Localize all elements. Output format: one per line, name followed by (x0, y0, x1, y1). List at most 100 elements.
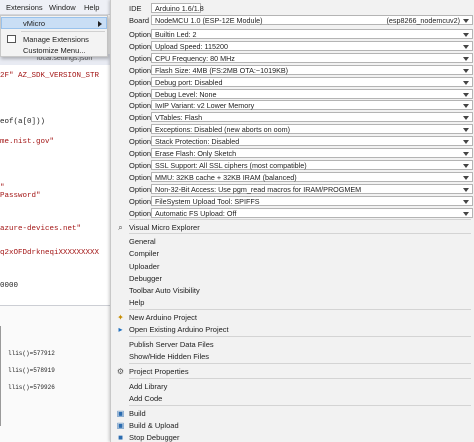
option-select-13[interactable]: MMU: 32KB cache + 32KB IRAM (balanced) (151, 171, 473, 182)
vmicro-menu-item[interactable]: vMicro (1, 17, 107, 29)
ide-label: IDE (129, 4, 142, 13)
menu-item-project-properties[interactable]: ⚙ Project Properties (111, 366, 474, 377)
option-select-10[interactable]: Stack Protection: Disabled (151, 136, 473, 147)
option-row-5: Option 5 Debug port: Disabled (111, 76, 474, 88)
option-row-15: Option 15 FileSystem Upload Tool: SPIFFS (111, 195, 474, 207)
board-id: (esp8266_nodemcuv2) (386, 16, 460, 25)
menu-item-new-arduino-project[interactable]: ✦ New Arduino Project (111, 312, 474, 323)
menu-item-toolbar-auto-visibility[interactable]: Toolbar Auto Visibility (111, 285, 474, 296)
option-select-3[interactable]: CPU Frequency: 80 MHz (151, 52, 473, 63)
option-value: FileSystem Upload Tool: SPIFFS (155, 196, 260, 206)
new-project-icon: ✦ (117, 313, 124, 322)
menu-item-label: Toolbar Auto Visibility (129, 286, 200, 295)
option-select-4[interactable]: Flash Size: 4MB (FS:2MB OTA:~1019KB) (151, 64, 473, 75)
menu-item-visual-micro-explorer[interactable]: ⌕ Visual Micro Explorer (111, 222, 474, 233)
upload-icon: ▣ (116, 421, 125, 430)
chevron-down-icon (463, 116, 469, 121)
menu-separator (21, 31, 105, 32)
chevron-down-icon (463, 44, 469, 49)
menu-item-label: Project Properties (129, 367, 189, 376)
option-row-13: Option 13 MMU: 32KB cache + 32KB IRAM (ba… (111, 171, 474, 183)
board-select[interactable]: NodeMCU 1.0 (ESP-12E Module) (esp8266_no… (151, 15, 473, 25)
menu-separator (129, 378, 471, 379)
output-panel: llis()=577912 llis()=578919 llis()=57992… (0, 305, 112, 442)
menu-item-add-code[interactable]: Add Code (111, 393, 474, 404)
code-line: me.nist.gov" (0, 138, 55, 146)
option-value: IwIP Variant: v2 Lower Memory (155, 101, 255, 111)
chevron-down-icon (463, 128, 469, 133)
option-select-9[interactable]: Exceptions: Disabled (new aborts on oom) (151, 124, 473, 135)
option-value: Debug Level: None (155, 89, 217, 99)
customize-menu-item[interactable]: Customize Menu... (1, 44, 107, 56)
option-row-8: Option 8 VTables: Flash (111, 112, 474, 123)
menu-separator (129, 309, 471, 310)
option-select-8[interactable]: VTables: Flash (151, 112, 473, 123)
build-icon: ▣ (116, 409, 125, 418)
option-select-6[interactable]: Debug Level: None (151, 88, 473, 99)
submenu-arrow-icon (98, 21, 102, 27)
menu-window[interactable]: Window (49, 3, 76, 12)
menu-item-label: General (129, 237, 156, 246)
code-line: azure-devices.net" (0, 225, 82, 233)
menu-item-label: Debugger (129, 274, 162, 283)
option-value: CPU Frequency: 80 MHz (155, 53, 235, 63)
option-select-14[interactable]: Non-32-Bit Access: Use pgm_read macros f… (151, 183, 473, 194)
chevron-down-icon (463, 175, 469, 180)
ide-row: IDE Arduino 1.6/1.8 (111, 3, 474, 14)
output-line: llis()=579926 (8, 384, 55, 391)
chevron-down-icon (463, 187, 469, 192)
menu-item-general[interactable]: General (111, 236, 474, 247)
menu-item-compiler[interactable]: Compiler (111, 248, 474, 259)
menu-item-label: Visual Micro Explorer (129, 223, 200, 232)
option-select-16[interactable]: Automatic FS Upload: Off (151, 207, 473, 218)
menu-extensions[interactable]: Extensions (6, 3, 43, 12)
option-value: Upload Speed: 115200 (155, 41, 229, 51)
extensions-dropdown: vMicro Manage Extensions Customize Menu.… (0, 15, 108, 57)
menu-item-label: Add Library (129, 382, 168, 391)
option-value: Exceptions: Disabled (new aborts on oom) (155, 125, 291, 135)
option-select-2[interactable]: Upload Speed: 115200 (151, 40, 473, 51)
option-select-7[interactable]: IwIP Variant: v2 Lower Memory (151, 100, 473, 111)
chevron-down-icon (463, 104, 469, 109)
code-line: Password" (0, 192, 41, 200)
option-row-11: Option 11 Erase Flash: Only Sketch (111, 148, 474, 159)
chevron-down-icon (463, 33, 469, 37)
option-row-10: Option 10 Stack Protection: Disabled (111, 136, 474, 147)
menu-item-build-upload[interactable]: ▣ Build & Upload (111, 420, 474, 431)
chevron-down-icon (463, 56, 469, 61)
search-icon: ⌕ (118, 223, 123, 232)
menu-item-build[interactable]: ▣ Build (111, 408, 474, 419)
option-select-12[interactable]: SSL Support: All SSL ciphers (most compa… (151, 159, 473, 170)
option-row-14: Option 14 Non-32-Bit Access: Use pgm_read… (111, 183, 474, 195)
option-select-1[interactable]: Builtin Led: 2 (151, 29, 473, 39)
option-select-15[interactable]: FileSystem Upload Tool: SPIFFS (151, 195, 473, 206)
option-value: MMU: 32KB cache + 32KB IRAM (balanced) (155, 172, 297, 182)
menu-item-label: Add Code (129, 394, 163, 403)
option-row-16: Option 16 Automatic FS Upload: Off (111, 207, 474, 219)
menu-item-uploader[interactable]: Uploader (111, 261, 474, 272)
code-line: eof(a[0])) (0, 118, 46, 126)
menu-help[interactable]: Help (84, 3, 99, 12)
menu-separator (129, 219, 471, 220)
menu-item-label: Publish Server Data Files (129, 340, 214, 349)
board-label: Board (129, 16, 150, 25)
ide-select[interactable]: Arduino 1.6/1.8 (151, 3, 204, 13)
menu-item-debugger[interactable]: Debugger (111, 273, 474, 284)
menu-item-stop-debugger[interactable]: ■ Stop Debugger (111, 432, 474, 442)
option-select-11[interactable]: Erase Flash: Only Sketch (151, 148, 473, 158)
option-row-7: Option 7 IwIP Variant: v2 Lower Memory (111, 100, 474, 111)
option-select-5[interactable]: Debug port: Disabled (151, 76, 473, 87)
menu-item-open-existing-arduino-project[interactable]: ▸ Open Existing Arduino Project (111, 324, 474, 335)
option-row-2: Option 2 Upload Speed: 115200 (111, 40, 474, 52)
menu-item-show-hide-hidden-files[interactable]: Show/Hide Hidden Files (111, 351, 474, 362)
option-value: Stack Protection: Disabled (155, 137, 240, 147)
stop-icon: ■ (118, 433, 123, 442)
menu-separator (129, 336, 471, 337)
code-line: q2xOFDdrkneqiXXXXXXXXX (0, 249, 100, 257)
menu-item-label: Stop Debugger (129, 433, 180, 442)
customize-menu-label: Customize Menu... (23, 46, 86, 55)
menu-item-add-library[interactable]: Add Library (111, 381, 474, 392)
code-line: 2F" AZ_SDK_VERSION_STR (0, 72, 100, 80)
menu-item-publish-server-data-files[interactable]: Publish Server Data Files (111, 339, 474, 350)
menu-item-help[interactable]: Help (111, 297, 474, 308)
